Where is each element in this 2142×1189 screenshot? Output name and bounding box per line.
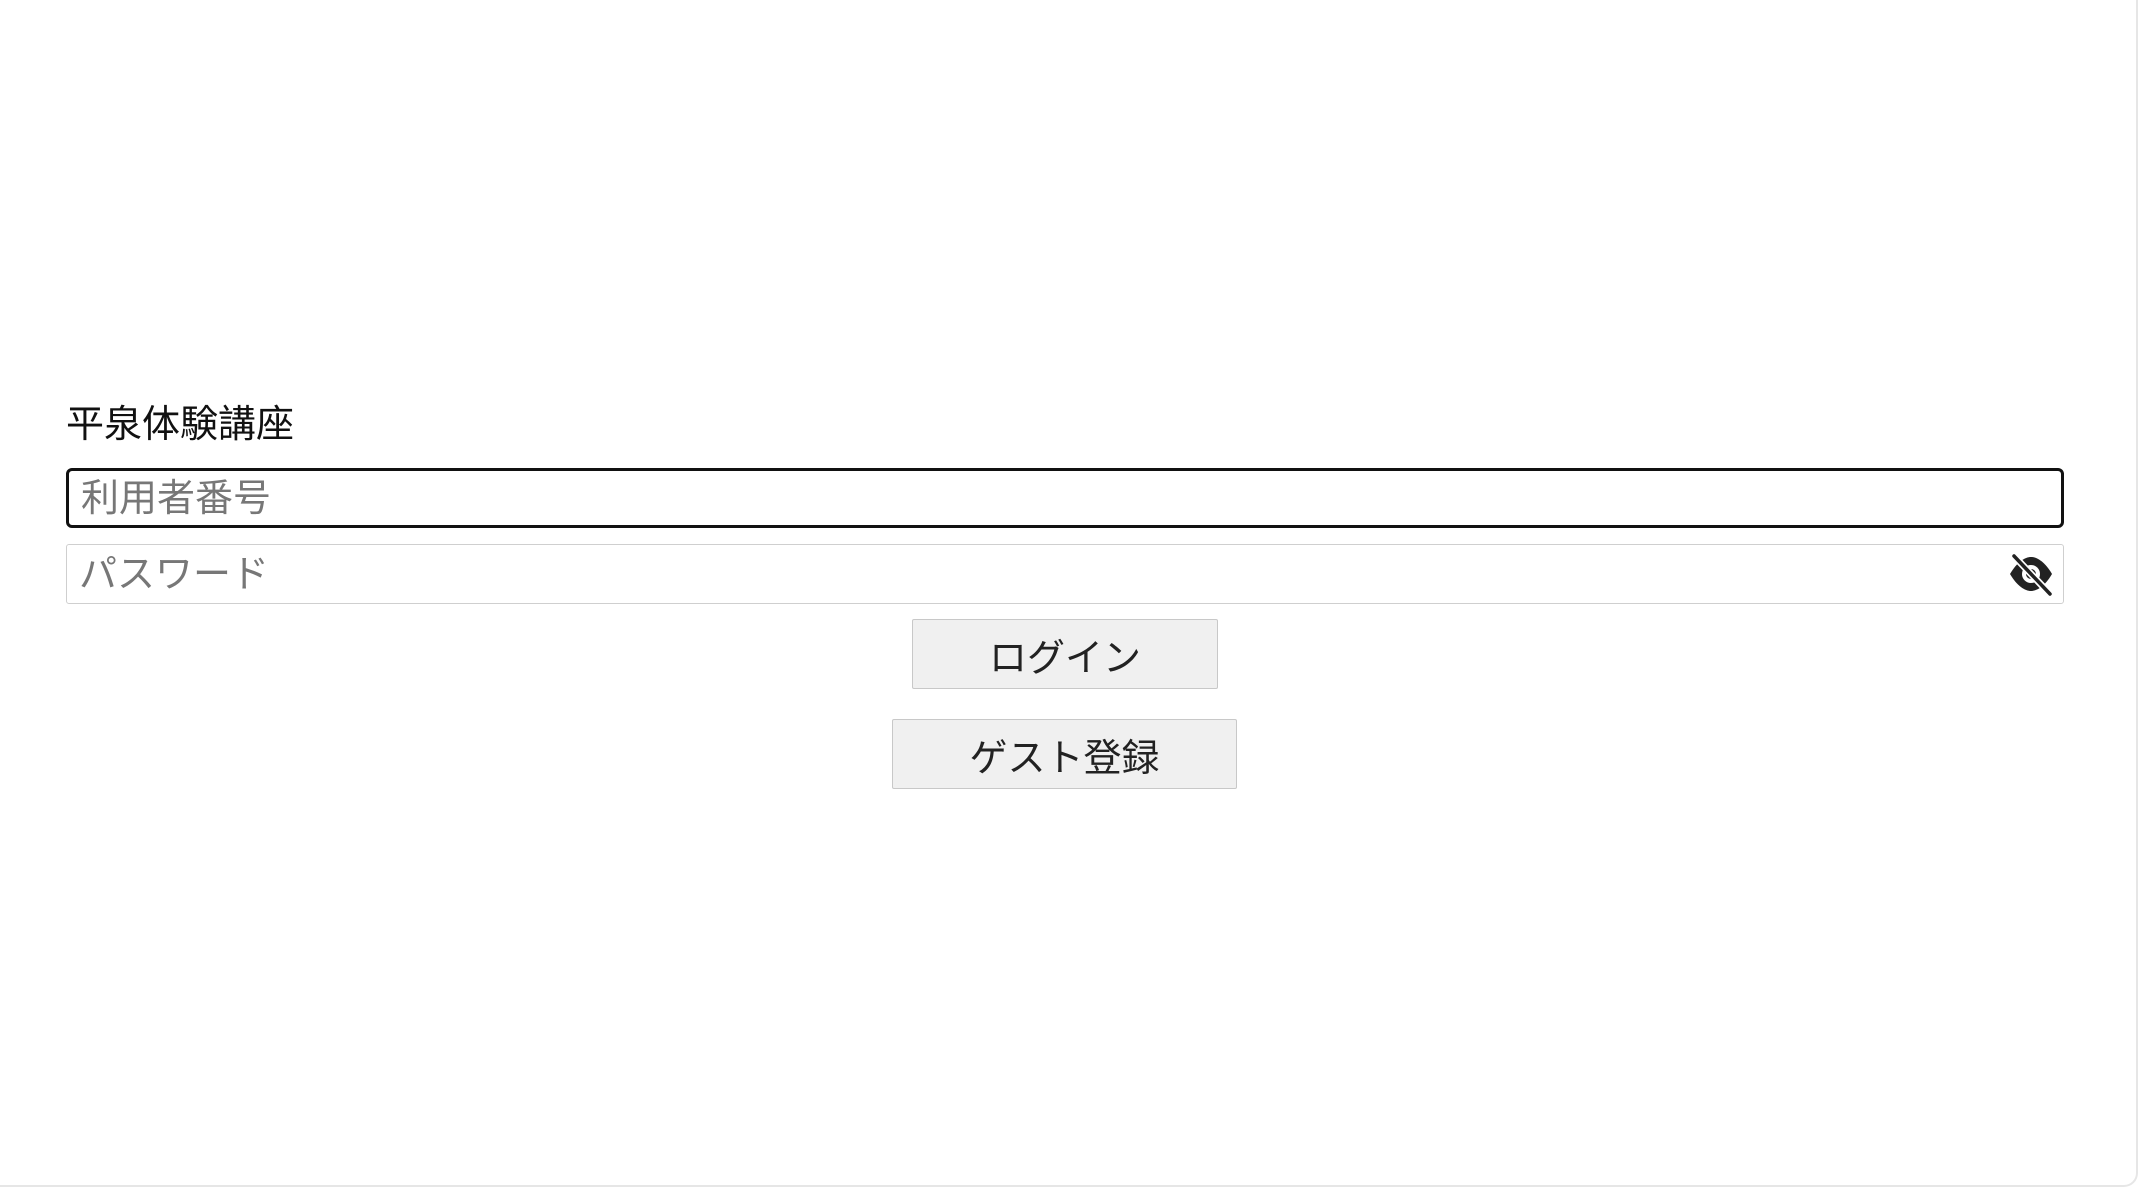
login-page: 平泉体験講座 ログイン ゲスト登録 <box>0 0 2138 1187</box>
password-field-wrapper <box>66 544 2064 604</box>
login-form: 平泉体験講座 <box>66 396 2064 620</box>
password-input[interactable] <box>66 544 2064 604</box>
user-id-field-wrapper <box>66 468 2064 528</box>
login-button[interactable]: ログイン <box>912 619 1218 689</box>
user-id-input[interactable] <box>66 468 2064 528</box>
page-title: 平泉体験講座 <box>66 402 295 446</box>
eye-slash-icon[interactable] <box>2006 552 2056 596</box>
guest-register-button[interactable]: ゲスト登録 <box>892 719 1237 789</box>
